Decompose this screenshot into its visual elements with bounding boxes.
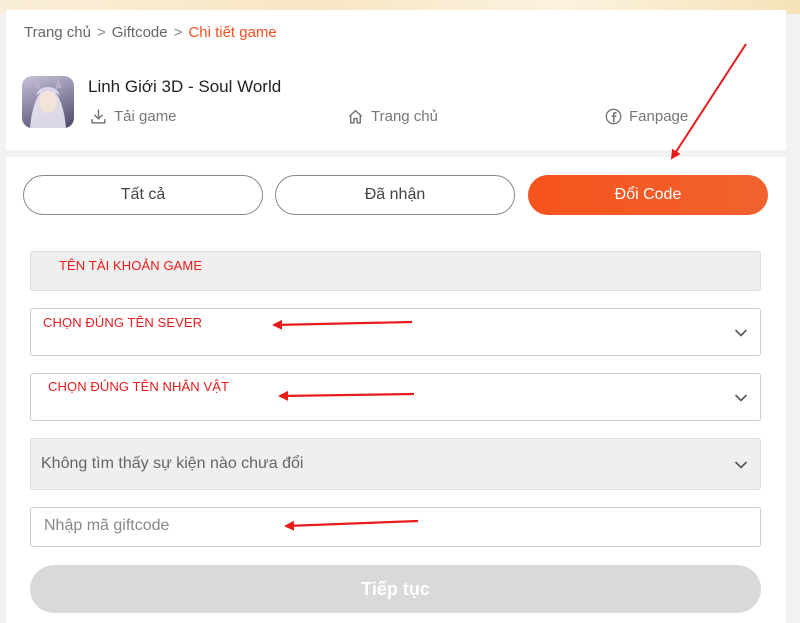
download-icon bbox=[91, 109, 106, 124]
server-annotation: CHỌN ĐÚNG TÊN SEVER bbox=[43, 315, 203, 330]
game-links: Tải game Trang chủ Fanpage bbox=[90, 108, 690, 130]
chevron-down-icon bbox=[735, 394, 747, 402]
event-select-value: Không tìm thấy sự kiện nào chưa đổi bbox=[41, 455, 304, 472]
breadcrumb: Trang chủ > Giftcode > Chi tiết game bbox=[24, 24, 277, 41]
server-select[interactable]: CHỌN ĐÚNG TÊN SEVER bbox=[30, 308, 761, 356]
facebook-icon bbox=[605, 108, 622, 125]
game-home-label: Trang chủ bbox=[371, 108, 438, 125]
account-name-annotation: TÊN TÀI KHOẢN GAME bbox=[59, 258, 203, 273]
account-name-field[interactable]: TÊN TÀI KHOẢN GAME bbox=[30, 251, 761, 291]
giftcode-input[interactable]: Nhập mã giftcode bbox=[30, 507, 761, 547]
game-avatar-icon bbox=[22, 76, 74, 128]
breadcrumb-current: Chi tiết game bbox=[188, 24, 277, 41]
tab-redeem-code[interactable]: Đổi Code bbox=[528, 175, 768, 215]
download-game-link[interactable]: Tải game bbox=[90, 108, 177, 125]
game-title: Linh Giới 3D - Soul World bbox=[88, 77, 282, 96]
breadcrumb-separator: > bbox=[173, 24, 183, 41]
game-home-link[interactable]: Trang chủ bbox=[347, 108, 438, 125]
event-select[interactable]: Không tìm thấy sự kiện nào chưa đổi bbox=[30, 438, 761, 490]
continue-button[interactable]: Tiếp tục bbox=[30, 565, 761, 613]
fanpage-link[interactable]: Fanpage bbox=[605, 108, 688, 125]
character-annotation: CHỌN ĐÚNG TÊN NHÂN VẬT bbox=[48, 379, 230, 394]
game-header-card: Trang chủ > Giftcode > Chi tiết game Lin… bbox=[6, 10, 786, 150]
character-select[interactable]: CHỌN ĐÚNG TÊN NHÂN VẬT bbox=[30, 373, 761, 421]
home-icon bbox=[348, 109, 363, 124]
breadcrumb-home[interactable]: Trang chủ bbox=[24, 24, 91, 41]
breadcrumb-giftcode[interactable]: Giftcode bbox=[112, 24, 168, 41]
chevron-down-icon bbox=[735, 461, 747, 469]
tab-all[interactable]: Tất cả bbox=[23, 175, 263, 215]
giftcode-placeholder: Nhập mã giftcode bbox=[44, 517, 170, 534]
download-game-label: Tải game bbox=[114, 108, 177, 125]
breadcrumb-separator: > bbox=[96, 24, 106, 41]
chevron-down-icon bbox=[735, 329, 747, 337]
tab-received[interactable]: Đã nhận bbox=[275, 175, 515, 215]
fanpage-label: Fanpage bbox=[629, 108, 689, 125]
giftcode-form-card: Tất cả Đã nhận Đổi Code TÊN TÀI KHOẢN GA… bbox=[6, 157, 786, 623]
